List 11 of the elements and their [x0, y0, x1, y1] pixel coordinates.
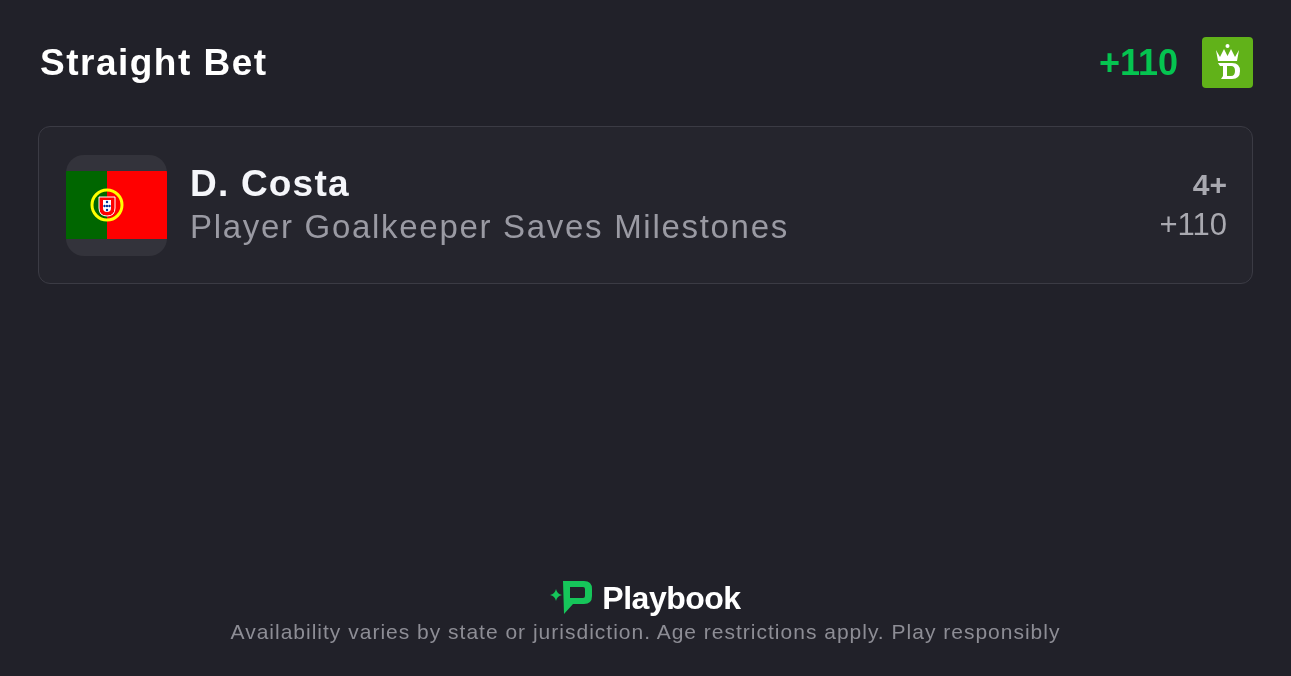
speech-bubble-sparkle-icon	[550, 581, 593, 615]
player-name: D. Costa	[190, 162, 351, 206]
page-title: Straight Bet	[39, 44, 268, 81]
crown-logo-icon	[1202, 37, 1253, 88]
flag-icon	[66, 154, 167, 256]
disclaimer-text: Availability varies by state or jurisdiction. Age restrictions apply. Play responsibly	[230, 619, 1061, 645]
total-odds: +110	[1098, 44, 1178, 81]
brand-name: Playbook	[602, 579, 741, 618]
bet-odds: +110	[1159, 206, 1227, 244]
bet-line: 4+	[1192, 167, 1227, 203]
market-name: Player Goalkeeper Saves Milestones	[190, 207, 790, 247]
